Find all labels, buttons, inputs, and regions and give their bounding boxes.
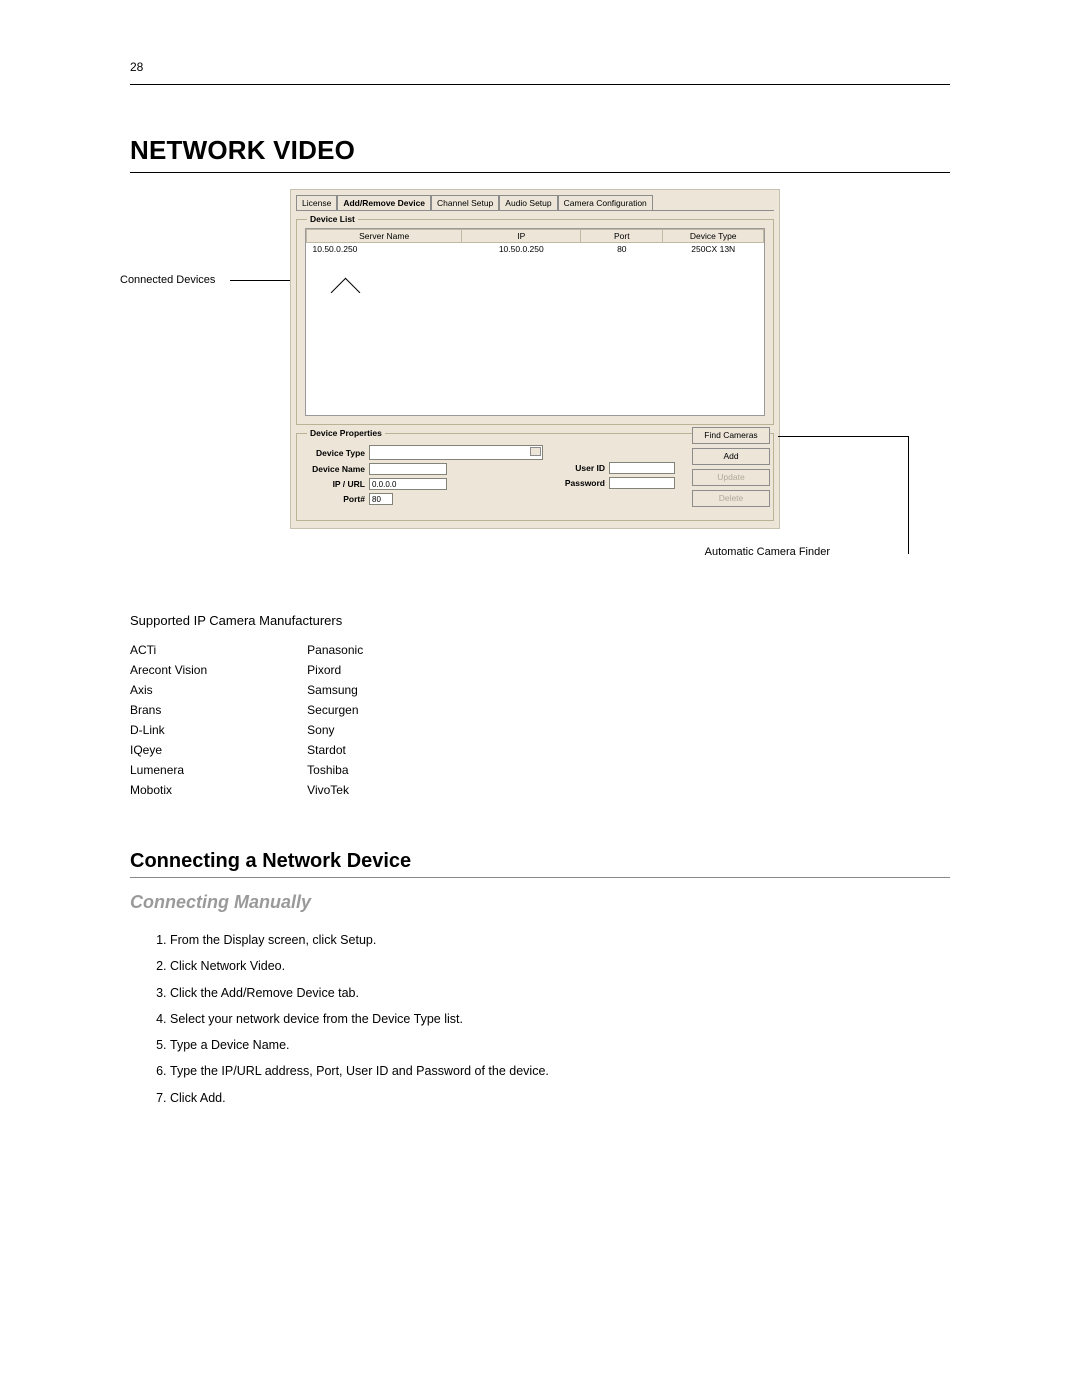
steps-list: From the Display screen, click Setup. Cl… xyxy=(130,927,950,1111)
list-item: Arecont Vision xyxy=(130,660,207,680)
list-item: VivoTek xyxy=(307,780,363,800)
section-title: NETWORK VIDEO xyxy=(130,135,950,166)
label-port: Port# xyxy=(305,494,369,504)
cell-port: 80 xyxy=(581,243,663,256)
col-device-type: Device Type xyxy=(663,230,764,243)
list-item: Securgen xyxy=(307,700,363,720)
user-id-input[interactable] xyxy=(609,462,675,474)
list-item: IQeye xyxy=(130,740,207,760)
figure-wrap: Connected Devices License Add/Remove Dev… xyxy=(130,189,950,589)
list-item: Lumenera xyxy=(130,760,207,780)
label-user-id: User ID xyxy=(563,463,609,473)
list-item: D-Link xyxy=(130,720,207,740)
label-device-name: Device Name xyxy=(305,464,369,474)
ip-url-input[interactable]: 0.0.0.0 xyxy=(369,478,447,490)
list-item: Stardot xyxy=(307,740,363,760)
list-item: Brans xyxy=(130,700,207,720)
chevron-down-icon xyxy=(532,450,538,454)
step-item: Type a Device Name. xyxy=(170,1032,950,1058)
step-item: Click Network Video. xyxy=(170,953,950,979)
list-item: Sony xyxy=(307,720,363,740)
tab-channel-setup[interactable]: Channel Setup xyxy=(431,195,499,210)
list-item: Panasonic xyxy=(307,640,363,660)
col-ip: IP xyxy=(462,230,581,243)
tab-license[interactable]: License xyxy=(296,195,337,210)
list-item: Samsung xyxy=(307,680,363,700)
leader-left xyxy=(230,280,298,281)
device-name-input[interactable] xyxy=(369,463,447,475)
page-number: 28 xyxy=(130,60,950,74)
tab-audio-setup[interactable]: Audio Setup xyxy=(499,195,557,210)
find-cameras-button[interactable]: Find Cameras xyxy=(692,427,770,444)
col-port: Port xyxy=(581,230,663,243)
device-table[interactable]: Server Name IP Port Device Type 10.50.0.… xyxy=(305,228,765,416)
list-item: Axis xyxy=(130,680,207,700)
manufacturer-list-col1: ACTi Arecont Vision Axis Brans D-Link IQ… xyxy=(130,640,207,800)
callout-automatic-camera-finder: Automatic Camera Finder xyxy=(705,546,830,558)
tab-camera-configuration[interactable]: Camera Configuration xyxy=(558,195,653,210)
callout-connected-devices: Connected Devices xyxy=(120,274,215,286)
fieldset-device-list: Device List Server Name IP Port Device T… xyxy=(296,219,774,425)
device-type-select[interactable] xyxy=(369,445,543,460)
list-item: Toshiba xyxy=(307,760,363,780)
list-item: Pixord xyxy=(307,660,363,680)
legend-device-properties: Device Properties xyxy=(307,428,385,438)
rule-under-title xyxy=(130,172,950,173)
rule-under-subheading xyxy=(130,877,950,878)
leader-right xyxy=(778,436,909,554)
label-password: Password xyxy=(563,478,609,488)
update-button[interactable]: Update xyxy=(692,469,770,486)
connecting-manually-heading: Connecting Manually xyxy=(130,892,950,913)
step-item: Click the Add/Remove Device tab. xyxy=(170,980,950,1006)
delete-button[interactable]: Delete xyxy=(692,490,770,507)
connecting-heading: Connecting a Network Device xyxy=(130,850,950,873)
list-item: ACTi xyxy=(130,640,207,660)
step-item: From the Display screen, click Setup. xyxy=(170,927,950,953)
step-item: Type the IP/URL address, Port, User ID a… xyxy=(170,1058,950,1084)
list-item: Mobotix xyxy=(130,780,207,800)
label-device-type: Device Type xyxy=(305,448,369,458)
step-item: Click Add. xyxy=(170,1085,950,1111)
label-ip-url: IP / URL xyxy=(305,479,369,489)
manufacturer-list-col2: Panasonic Pixord Samsung Securgen Sony S… xyxy=(307,640,363,800)
cell-server-name: 10.50.0.250 xyxy=(307,243,462,256)
port-input[interactable]: 80 xyxy=(369,493,393,505)
manufacturers-heading: Supported IP Camera Manufacturers xyxy=(130,613,950,628)
col-server-name: Server Name xyxy=(307,230,462,243)
step-item: Select your network device from the Devi… xyxy=(170,1006,950,1032)
cell-device-type: 250CX 13N xyxy=(663,243,764,256)
password-input[interactable] xyxy=(609,477,675,489)
add-button[interactable]: Add xyxy=(692,448,770,465)
cell-ip: 10.50.0.250 xyxy=(462,243,581,256)
legend-device-list: Device List xyxy=(307,214,358,224)
tab-add-remove-device[interactable]: Add/Remove Device xyxy=(337,195,431,210)
rule-top xyxy=(130,84,950,85)
table-row[interactable]: 10.50.0.250 10.50.0.250 80 250CX 13N xyxy=(307,243,764,256)
config-window: License Add/Remove Device Channel Setup … xyxy=(290,189,780,529)
